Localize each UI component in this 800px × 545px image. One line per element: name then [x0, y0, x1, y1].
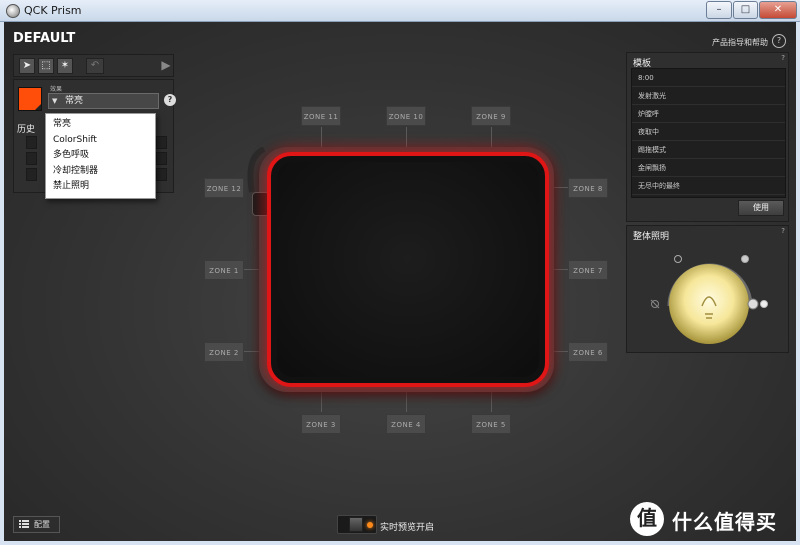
magic-wand-icon[interactable]: ✶ — [57, 58, 73, 74]
zone-6-button[interactable]: ZONE 6 — [568, 342, 608, 362]
dropdown-item-multi-breathe[interactable]: 多色呼吸 — [46, 148, 155, 164]
list-icon — [19, 520, 29, 528]
help-icon[interactable]: ? — [781, 227, 785, 235]
dropdown-item-colorshift[interactable]: ColorShift — [46, 133, 155, 149]
bulb-max-icon — [760, 300, 768, 308]
page-title: DEFAULT — [13, 31, 76, 46]
zone-connector — [406, 392, 407, 412]
template-item[interactable]: 金闸飘扬 — [632, 159, 785, 177]
template-item[interactable]: 踢拖模式 — [632, 141, 785, 159]
history-cell[interactable] — [156, 168, 167, 181]
watermark-logo: 值 — [630, 502, 664, 536]
overall-lighting-title: 整体照明 — [633, 232, 670, 242]
cloud-help-icon[interactable]: ? — [772, 34, 786, 48]
watermark-text: 什么值得买 — [672, 510, 777, 534]
config-label: 配置 — [34, 520, 50, 529]
history-label: 历史 — [17, 125, 36, 135]
history-cell[interactable] — [26, 168, 37, 181]
zone-7-button[interactable]: ZONE 7 — [568, 260, 608, 280]
zone-10-button[interactable]: ZONE 10 — [386, 106, 426, 126]
overall-lighting-panel: 整体照明 ? — [626, 225, 789, 353]
zone-connector — [321, 127, 322, 147]
watermark: 值 什么值得买 — [630, 502, 790, 538]
live-preview-label: 实时预览开启 — [380, 523, 435, 533]
toggle-knob — [349, 517, 363, 532]
zone-connector — [406, 127, 407, 147]
history-cell[interactable] — [156, 152, 167, 165]
product-help-link[interactable]: 产品指导和帮助 — [712, 37, 768, 48]
zone-11-button[interactable]: ZONE 11 — [301, 106, 341, 126]
help-icon[interactable]: ? — [781, 54, 785, 62]
template-item[interactable]: 夜取中 — [632, 123, 785, 141]
history-cell[interactable] — [26, 152, 37, 165]
maximize-button[interactable]: □ — [733, 1, 758, 19]
preview-led-icon — [367, 522, 373, 528]
dropdown-item-cooling-controller[interactable]: 冷却控制器 — [46, 164, 155, 180]
zone-8-button[interactable]: ZONE 8 — [568, 178, 608, 198]
app-client-area: DEFAULT 产品指导和帮助 ? ➤ ⬚ ✶ ↶ ▶ 效果 ▼ 常亮 ? 历史… — [4, 22, 796, 541]
config-button[interactable]: 配置 — [13, 516, 60, 533]
use-template-button[interactable]: 使用 — [738, 200, 784, 216]
bulb-off-icon — [650, 299, 660, 309]
zone-connector — [491, 392, 492, 412]
template-item[interactable]: 无尽中的最终 — [632, 177, 785, 195]
live-preview-toggle[interactable] — [337, 515, 377, 534]
templates-list: 8:00 发射激光 炉膛呼 夜取中 踢拖模式 金闸飘扬 无尽中的最终 — [631, 68, 786, 198]
play-icon[interactable]: ▶ — [158, 58, 174, 74]
undo-icon[interactable]: ↶ — [86, 58, 104, 74]
mousepad-preview[interactable] — [267, 152, 549, 387]
help-icon[interactable]: ? — [164, 94, 176, 106]
app-logo-icon — [6, 4, 20, 18]
bulb-high-icon — [741, 255, 749, 263]
tool-bar: ➤ ⬚ ✶ ↶ ▶ — [13, 54, 174, 77]
close-button[interactable]: ✕ — [759, 1, 797, 19]
minimize-button[interactable]: – — [706, 1, 732, 19]
dropdown-item-disable-lighting[interactable]: 禁止照明 — [46, 179, 155, 195]
title-bar: QCK Prism – □ ✕ — [0, 0, 800, 22]
template-item[interactable]: 炉膛呼 — [632, 105, 785, 123]
zone-9-button[interactable]: ZONE 9 — [471, 106, 511, 126]
zone-connector — [491, 127, 492, 147]
zone-3-button[interactable]: ZONE 3 — [301, 414, 341, 434]
history-cell[interactable] — [156, 136, 167, 149]
brightness-dial[interactable] — [647, 244, 772, 349]
template-item[interactable]: 8:00 — [632, 69, 785, 87]
dropdown-item-steady[interactable]: 常亮 — [46, 117, 155, 133]
zone-2-button[interactable]: ZONE 2 — [204, 342, 244, 362]
effect-mode-select[interactable]: ▼ 常亮 — [48, 93, 159, 109]
zone-12-button[interactable]: ZONE 12 — [204, 178, 244, 198]
chevron-down-icon: ▼ — [52, 97, 58, 105]
effect-mode-value: 常亮 — [65, 96, 84, 106]
bulb-low-icon — [674, 255, 682, 263]
window-title: QCK Prism — [24, 4, 82, 17]
mousepad-surface — [277, 162, 539, 377]
select-arrow-icon[interactable]: ➤ — [19, 58, 35, 74]
zone-1-button[interactable]: ZONE 1 — [204, 260, 244, 280]
template-item[interactable]: 发射激光 — [632, 87, 785, 105]
zone-connector — [321, 392, 322, 412]
history-cell[interactable] — [26, 136, 37, 149]
effect-mode-dropdown: 常亮 ColorShift 多色呼吸 冷却控制器 禁止照明 — [45, 113, 156, 199]
color-swatch[interactable] — [18, 87, 42, 111]
zone-4-button[interactable]: ZONE 4 — [386, 414, 426, 434]
marquee-select-icon[interactable]: ⬚ — [38, 58, 54, 74]
zone-5-button[interactable]: ZONE 5 — [471, 414, 511, 434]
templates-panel: 模板 ? 8:00 发射激光 炉膛呼 夜取中 踢拖模式 金闸飘扬 无尽中的最终 … — [626, 52, 789, 222]
effect-mode-label: 效果 — [50, 86, 63, 93]
